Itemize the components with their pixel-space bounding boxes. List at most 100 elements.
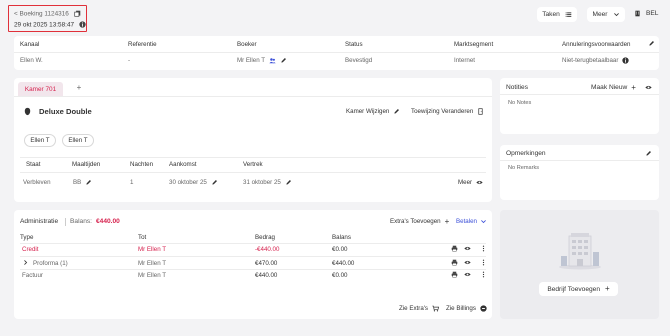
add-company-button[interactable]: Bedrijf Toevoegen + bbox=[539, 282, 618, 296]
col-staat-header: Staat bbox=[26, 161, 41, 168]
expand-row-icon[interactable] bbox=[22, 259, 29, 266]
plus-icon: + bbox=[444, 216, 450, 226]
info-circle-icon[interactable] bbox=[622, 57, 630, 64]
vertrek-text: 31 oktober 25 bbox=[243, 179, 281, 187]
row-to: Mr Ellen T bbox=[138, 272, 167, 279]
info-icon[interactable] bbox=[79, 21, 86, 28]
maaltijden-text: BB bbox=[73, 179, 82, 187]
pencil-icon bbox=[285, 179, 292, 186]
meer-dropdown[interactable]: Meer bbox=[587, 7, 625, 22]
pencil-icon bbox=[85, 179, 92, 186]
change-assignment-button[interactable]: Toewijzing Veranderen bbox=[411, 108, 484, 115]
chevron-down-icon bbox=[613, 11, 620, 18]
taken-button[interactable]: Taken bbox=[537, 7, 577, 22]
guest-name: Ellen T bbox=[30, 137, 50, 144]
row-balance: €0.00 bbox=[332, 246, 348, 253]
see-extras-label: Zie Extra's bbox=[399, 305, 429, 313]
edit-icon[interactable] bbox=[648, 40, 655, 47]
kebab-menu-icon[interactable] bbox=[480, 259, 487, 266]
taken-label: Taken bbox=[542, 11, 560, 18]
col-tot-header: Tot bbox=[138, 234, 147, 241]
edit-booker-icon[interactable] bbox=[280, 57, 287, 64]
change-room-button[interactable]: Kamer Wijzigen bbox=[346, 108, 400, 115]
col-vertrek-header: Vertrek bbox=[243, 161, 263, 168]
room-card: Kamer 701 + Deluxe Double Kamer Wijzigen… bbox=[14, 78, 492, 202]
eye-icon[interactable] bbox=[464, 271, 471, 278]
edit-remarks-icon[interactable] bbox=[645, 150, 652, 157]
balance-value: €440.00 bbox=[96, 218, 120, 225]
col-annulering-header: Annuleringsvoorwaarden bbox=[562, 41, 631, 48]
booking-datetime: 29 okt 2025 13:58:47 bbox=[14, 21, 75, 29]
add-room-tab-button[interactable]: + bbox=[72, 83, 86, 95]
language-selector[interactable]: BEL bbox=[634, 10, 658, 17]
vertrek-value[interactable]: 31 oktober 25 bbox=[243, 179, 292, 186]
cart-icon bbox=[432, 305, 440, 312]
marktsegment-value: Internet bbox=[454, 57, 475, 64]
tab-label: Kamer 701 bbox=[24, 85, 57, 93]
kebab-menu-icon[interactable] bbox=[480, 245, 487, 252]
tab-kamer-701[interactable]: Kamer 701 bbox=[18, 82, 63, 96]
plus-icon: + bbox=[605, 284, 610, 293]
row-amount: €440.00 bbox=[255, 272, 278, 279]
guest-name: Ellen T bbox=[68, 137, 88, 144]
eye-icon[interactable] bbox=[645, 84, 652, 91]
admin-title: Administratie bbox=[20, 218, 59, 225]
billing-icon bbox=[480, 305, 487, 312]
maaltijden-value[interactable]: BB bbox=[73, 179, 92, 186]
row-type[interactable]: Proforma (1) bbox=[33, 260, 68, 267]
room-type: Deluxe Double bbox=[39, 107, 92, 116]
company-card: Bedrijf Toevoegen + bbox=[500, 210, 659, 319]
guest-chip[interactable]: Ellen T bbox=[24, 134, 56, 147]
pencil-icon bbox=[393, 108, 400, 115]
copy-icon[interactable] bbox=[73, 10, 81, 17]
see-billings-link[interactable]: Zie Billings bbox=[446, 305, 487, 312]
pay-dropdown[interactable]: Betalen bbox=[456, 218, 487, 225]
print-icon[interactable] bbox=[451, 271, 458, 278]
eye-icon[interactable] bbox=[464, 259, 471, 266]
referentie-value: - bbox=[128, 57, 131, 64]
language-label: BEL bbox=[646, 10, 659, 18]
row-to: Mr Ellen T bbox=[138, 246, 167, 253]
change-assignment-label: Toewijzing Veranderen bbox=[411, 108, 474, 116]
room-more-button[interactable]: Meer bbox=[458, 179, 483, 186]
row-to: Mr Ellen T bbox=[138, 260, 167, 267]
eye-icon[interactable] bbox=[464, 245, 471, 252]
notes-card: Notities Maak Nieuw + No Notes bbox=[500, 78, 659, 134]
new-note-button[interactable]: Maak Nieuw + bbox=[591, 82, 636, 92]
pay-label: Betalen bbox=[456, 218, 477, 226]
more-label: Meer bbox=[458, 179, 473, 187]
notes-empty: No Notes bbox=[508, 100, 532, 106]
chevron-down-icon bbox=[480, 218, 487, 225]
see-extras-link[interactable]: Zie Extra's bbox=[399, 305, 440, 313]
row-type[interactable]: Factuur bbox=[22, 272, 43, 279]
see-billings-label: Zie Billings bbox=[446, 305, 476, 313]
booking-label: < Boeking 1124316 bbox=[14, 10, 69, 18]
row-type[interactable]: Credit bbox=[22, 246, 39, 253]
users-icon[interactable] bbox=[269, 57, 276, 64]
remarks-title: Opmerkingen bbox=[506, 150, 546, 157]
back-to-booking-link[interactable]: < Boeking 1124316 bbox=[14, 10, 81, 17]
print-icon[interactable] bbox=[451, 259, 458, 266]
guest-chip[interactable]: Ellen T bbox=[62, 134, 94, 147]
col-balans-header: Balans bbox=[332, 234, 351, 241]
staat-value: Verbleven bbox=[23, 179, 51, 186]
col-nachten-header: Nachten bbox=[130, 161, 154, 168]
nachten-value: 1 bbox=[130, 179, 134, 186]
row-amount: €470.00 bbox=[255, 260, 278, 267]
print-icon[interactable] bbox=[451, 245, 458, 252]
col-status-header: Status bbox=[345, 41, 363, 48]
boeker-value[interactable]: Mr Ellen T bbox=[237, 57, 287, 64]
col-marktsegment-header: Marktsegment bbox=[454, 41, 494, 48]
row-balance: €440.00 bbox=[332, 260, 355, 267]
col-maaltijden-header: Maaltijden bbox=[72, 161, 101, 168]
remarks-empty: No Remarks bbox=[508, 165, 540, 171]
status-value: Bevestigd bbox=[345, 57, 373, 64]
aankomst-value[interactable]: 30 oktober 25 bbox=[169, 179, 218, 186]
kebab-menu-icon[interactable] bbox=[480, 271, 487, 278]
col-type-header: Type bbox=[20, 234, 34, 241]
remarks-card: Opmerkingen No Remarks bbox=[500, 145, 659, 200]
plus-icon: + bbox=[631, 82, 636, 92]
list-icon bbox=[565, 11, 572, 18]
add-extras-button[interactable]: Extra's Toevoegen + bbox=[390, 216, 450, 226]
kanaal-value: Ellen W. bbox=[20, 57, 43, 64]
